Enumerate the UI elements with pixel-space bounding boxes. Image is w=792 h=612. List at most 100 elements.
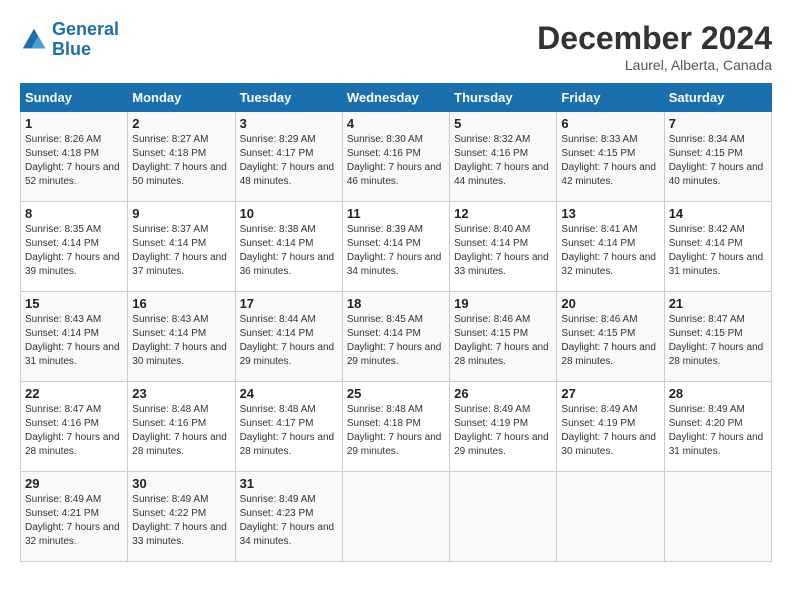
day-number: 31 [240,476,338,491]
calendar-day-cell: 5 Sunrise: 8:32 AM Sunset: 4:16 PM Dayli… [450,112,557,202]
day-number: 23 [132,386,230,401]
day-info: Sunrise: 8:26 AM Sunset: 4:18 PM Dayligh… [25,133,123,189]
day-info: Sunrise: 8:49 AM Sunset: 4:19 PM Dayligh… [561,403,659,459]
day-info: Sunrise: 8:48 AM Sunset: 4:17 PM Dayligh… [240,403,338,459]
day-info: Sunrise: 8:49 AM Sunset: 4:22 PM Dayligh… [132,493,230,549]
day-info: Sunrise: 8:47 AM Sunset: 4:15 PM Dayligh… [669,313,767,369]
day-number: 5 [454,116,552,131]
calendar-header-row: SundayMondayTuesdayWednesdayThursdayFrid… [21,84,772,112]
calendar-day-cell [342,472,449,562]
calendar-day-cell: 12 Sunrise: 8:40 AM Sunset: 4:14 PM Dayl… [450,202,557,292]
day-info: Sunrise: 8:44 AM Sunset: 4:14 PM Dayligh… [240,313,338,369]
calendar-day-cell: 31 Sunrise: 8:49 AM Sunset: 4:23 PM Dayl… [235,472,342,562]
calendar-day-cell: 7 Sunrise: 8:34 AM Sunset: 4:15 PM Dayli… [664,112,771,202]
calendar-day-cell: 26 Sunrise: 8:49 AM Sunset: 4:19 PM Dayl… [450,382,557,472]
day-number: 15 [25,296,123,311]
day-number: 7 [669,116,767,131]
calendar-day-cell: 20 Sunrise: 8:46 AM Sunset: 4:15 PM Dayl… [557,292,664,382]
day-number: 4 [347,116,445,131]
calendar-day-cell [450,472,557,562]
day-header-tuesday: Tuesday [235,84,342,112]
day-number: 17 [240,296,338,311]
day-info: Sunrise: 8:45 AM Sunset: 4:14 PM Dayligh… [347,313,445,369]
calendar-day-cell: 8 Sunrise: 8:35 AM Sunset: 4:14 PM Dayli… [21,202,128,292]
calendar-day-cell: 23 Sunrise: 8:48 AM Sunset: 4:16 PM Dayl… [128,382,235,472]
day-info: Sunrise: 8:29 AM Sunset: 4:17 PM Dayligh… [240,133,338,189]
calendar-day-cell: 4 Sunrise: 8:30 AM Sunset: 4:16 PM Dayli… [342,112,449,202]
calendar-week-row: 15 Sunrise: 8:43 AM Sunset: 4:14 PM Dayl… [21,292,772,382]
calendar-day-cell: 13 Sunrise: 8:41 AM Sunset: 4:14 PM Dayl… [557,202,664,292]
calendar-day-cell [664,472,771,562]
calendar-day-cell: 6 Sunrise: 8:33 AM Sunset: 4:15 PM Dayli… [557,112,664,202]
day-header-monday: Monday [128,84,235,112]
day-number: 16 [132,296,230,311]
day-info: Sunrise: 8:47 AM Sunset: 4:16 PM Dayligh… [25,403,123,459]
calendar-day-cell: 14 Sunrise: 8:42 AM Sunset: 4:14 PM Dayl… [664,202,771,292]
day-number: 22 [25,386,123,401]
day-info: Sunrise: 8:49 AM Sunset: 4:23 PM Dayligh… [240,493,338,549]
location-title: Laurel, Alberta, Canada [537,57,772,73]
title-block: December 2024 Laurel, Alberta, Canada [537,20,772,73]
day-info: Sunrise: 8:38 AM Sunset: 4:14 PM Dayligh… [240,223,338,279]
calendar-day-cell: 30 Sunrise: 8:49 AM Sunset: 4:22 PM Dayl… [128,472,235,562]
day-header-thursday: Thursday [450,84,557,112]
day-info: Sunrise: 8:43 AM Sunset: 4:14 PM Dayligh… [132,313,230,369]
month-title: December 2024 [537,20,772,57]
day-info: Sunrise: 8:48 AM Sunset: 4:18 PM Dayligh… [347,403,445,459]
day-info: Sunrise: 8:49 AM Sunset: 4:20 PM Dayligh… [669,403,767,459]
day-info: Sunrise: 8:49 AM Sunset: 4:19 PM Dayligh… [454,403,552,459]
calendar-day-cell: 24 Sunrise: 8:48 AM Sunset: 4:17 PM Dayl… [235,382,342,472]
day-number: 30 [132,476,230,491]
calendar-day-cell: 2 Sunrise: 8:27 AM Sunset: 4:18 PM Dayli… [128,112,235,202]
day-info: Sunrise: 8:40 AM Sunset: 4:14 PM Dayligh… [454,223,552,279]
day-number: 28 [669,386,767,401]
calendar-week-row: 8 Sunrise: 8:35 AM Sunset: 4:14 PM Dayli… [21,202,772,292]
day-number: 3 [240,116,338,131]
calendar-day-cell: 3 Sunrise: 8:29 AM Sunset: 4:17 PM Dayli… [235,112,342,202]
calendar-day-cell: 27 Sunrise: 8:49 AM Sunset: 4:19 PM Dayl… [557,382,664,472]
day-number: 20 [561,296,659,311]
calendar-day-cell: 10 Sunrise: 8:38 AM Sunset: 4:14 PM Dayl… [235,202,342,292]
logo-text: General Blue [52,20,119,60]
day-number: 21 [669,296,767,311]
logo: General Blue [20,20,119,60]
day-number: 12 [454,206,552,221]
day-number: 11 [347,206,445,221]
calendar-day-cell: 1 Sunrise: 8:26 AM Sunset: 4:18 PM Dayli… [21,112,128,202]
calendar-day-cell [557,472,664,562]
calendar-day-cell: 11 Sunrise: 8:39 AM Sunset: 4:14 PM Dayl… [342,202,449,292]
calendar-body: 1 Sunrise: 8:26 AM Sunset: 4:18 PM Dayli… [21,112,772,562]
day-number: 19 [454,296,552,311]
day-info: Sunrise: 8:46 AM Sunset: 4:15 PM Dayligh… [561,313,659,369]
calendar-week-row: 1 Sunrise: 8:26 AM Sunset: 4:18 PM Dayli… [21,112,772,202]
day-number: 9 [132,206,230,221]
day-info: Sunrise: 8:42 AM Sunset: 4:14 PM Dayligh… [669,223,767,279]
calendar-day-cell: 18 Sunrise: 8:45 AM Sunset: 4:14 PM Dayl… [342,292,449,382]
day-info: Sunrise: 8:27 AM Sunset: 4:18 PM Dayligh… [132,133,230,189]
day-number: 24 [240,386,338,401]
calendar-week-row: 22 Sunrise: 8:47 AM Sunset: 4:16 PM Dayl… [21,382,772,472]
calendar-day-cell: 19 Sunrise: 8:46 AM Sunset: 4:15 PM Dayl… [450,292,557,382]
day-info: Sunrise: 8:32 AM Sunset: 4:16 PM Dayligh… [454,133,552,189]
day-info: Sunrise: 8:37 AM Sunset: 4:14 PM Dayligh… [132,223,230,279]
day-info: Sunrise: 8:35 AM Sunset: 4:14 PM Dayligh… [25,223,123,279]
day-info: Sunrise: 8:49 AM Sunset: 4:21 PM Dayligh… [25,493,123,549]
day-number: 14 [669,206,767,221]
day-info: Sunrise: 8:34 AM Sunset: 4:15 PM Dayligh… [669,133,767,189]
calendar-day-cell: 22 Sunrise: 8:47 AM Sunset: 4:16 PM Dayl… [21,382,128,472]
day-number: 27 [561,386,659,401]
day-number: 18 [347,296,445,311]
day-number: 2 [132,116,230,131]
day-number: 1 [25,116,123,131]
calendar-day-cell: 25 Sunrise: 8:48 AM Sunset: 4:18 PM Dayl… [342,382,449,472]
day-header-sunday: Sunday [21,84,128,112]
day-info: Sunrise: 8:48 AM Sunset: 4:16 PM Dayligh… [132,403,230,459]
day-info: Sunrise: 8:43 AM Sunset: 4:14 PM Dayligh… [25,313,123,369]
calendar-week-row: 29 Sunrise: 8:49 AM Sunset: 4:21 PM Dayl… [21,472,772,562]
calendar-day-cell: 29 Sunrise: 8:49 AM Sunset: 4:21 PM Dayl… [21,472,128,562]
day-header-wednesday: Wednesday [342,84,449,112]
day-header-saturday: Saturday [664,84,771,112]
day-info: Sunrise: 8:39 AM Sunset: 4:14 PM Dayligh… [347,223,445,279]
calendar-day-cell: 16 Sunrise: 8:43 AM Sunset: 4:14 PM Dayl… [128,292,235,382]
calendar-day-cell: 17 Sunrise: 8:44 AM Sunset: 4:14 PM Dayl… [235,292,342,382]
